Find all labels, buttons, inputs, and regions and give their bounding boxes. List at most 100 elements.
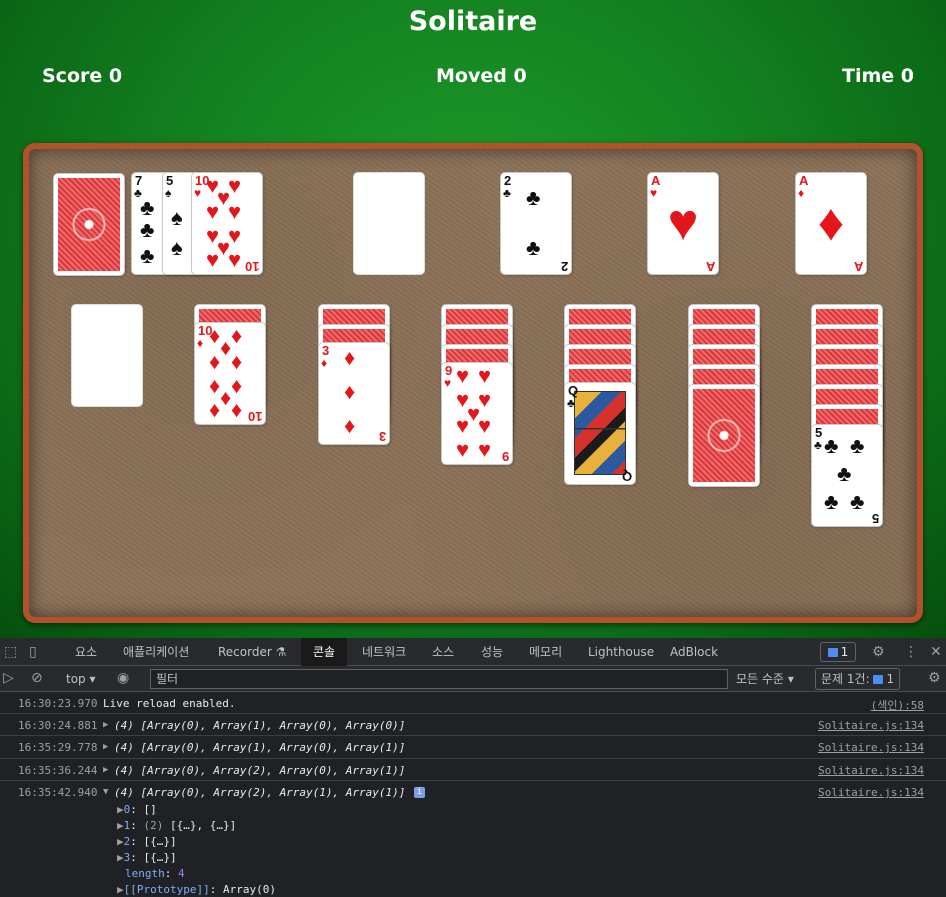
log-source-link[interactable]: Solitaire.js:134 (818, 741, 924, 754)
collapse-arrow-icon[interactable]: ▼ (103, 787, 108, 797)
heart-icon: ♥ (456, 413, 470, 438)
card-suit: ♣ (814, 438, 822, 452)
tab-elements[interactable]: 요소 (75, 638, 97, 666)
tab-memory[interactable]: 메모리 (529, 638, 562, 666)
log-source-link[interactable]: Solitaire.js:134 (818, 786, 924, 799)
gear-icon[interactable]: ⚙ (872, 644, 885, 660)
log-message: (4) [Array(0), Array(1), Array(0), Array… (114, 741, 406, 754)
waste-top-card[interactable]: 10 ♥ ♥ ♥ ♥ ♥ ♥ ♥ ♥ ♥ ♥ ♥ 10 (192, 173, 262, 274)
expand-arrow-icon: ▶ (117, 851, 124, 864)
filter-input[interactable]: 필터 (150, 669, 728, 689)
console-log-row[interactable]: 16:35:36.244 ▶ (4) [Array(0), Array(2), … (0, 759, 946, 781)
expand-arrow-icon[interactable]: ▶ (103, 720, 108, 730)
log-source-link[interactable]: Solitaire.js:134 (818, 719, 924, 732)
heart-icon: ♥ (478, 363, 492, 388)
log-timestamp: 16:30:23.970 (18, 697, 98, 710)
close-icon[interactable]: ✕ (930, 644, 942, 660)
card-rank-bottom: 2 (560, 259, 568, 274)
club-icon: ♣ (824, 433, 839, 458)
entry-key: 2 (123, 835, 131, 848)
spade-icon: ♠ (171, 205, 183, 230)
length-value: 4 (178, 867, 185, 880)
console-settings-icon[interactable]: ⚙ (928, 670, 941, 686)
foundation-clubs[interactable]: 2 ♣ ♣ ♣ 2 (501, 173, 571, 274)
issues-badge[interactable]: 1 (820, 642, 856, 662)
more-menu-icon[interactable]: ⋮ (904, 644, 918, 660)
console-log-row[interactable]: 16:30:24.881 ▶ (4) [Array(0), Array(1), … (0, 714, 946, 736)
console-log-row[interactable]: 16:35:29.778 ▶ (4) [Array(0), Array(1), … (0, 736, 946, 759)
foundation-diamonds[interactable]: A ♦ ♦ A (796, 173, 866, 274)
device-toolbar-icon[interactable]: ▯ (29, 644, 37, 660)
sidebar-toggle-icon[interactable]: ▷ (3, 670, 14, 686)
diamond-icon: ♦ (231, 323, 243, 348)
issues-counter-count: 1 (886, 672, 895, 686)
heart-icon: ♥ (206, 247, 220, 272)
card-suit: ♥ (194, 186, 202, 200)
info-icon[interactable]: i (414, 787, 425, 798)
tableau-3-top-card[interactable]: 3 ♦ ♦ ♦ ♦ 3 (319, 343, 389, 444)
tab-performance[interactable]: 성능 (481, 638, 503, 666)
inspect-element-icon[interactable]: ⬚ (4, 644, 17, 660)
tableau-5-top-card[interactable]: Q ♣ Q (565, 383, 635, 484)
tableau-4-top-card[interactable]: 9 ♥ ♥ ♥ ♥ ♥ ♥ ♥ ♥ ♥ ♥ 9 (442, 363, 512, 464)
heart-icon: ♥ (478, 413, 492, 438)
array-entry-2[interactable]: ▶2: [{…}] (117, 835, 177, 848)
array-entry-3[interactable]: ▶3: [{…}] (117, 851, 177, 864)
levels-dropdown[interactable]: 모든 수준 ▾ (736, 670, 794, 688)
log-message: (4) [Array(0), Array(1), Array(0), Array… (114, 719, 406, 732)
card-rank-bottom: 5 (871, 511, 879, 526)
diamond-icon: ♦ (344, 413, 356, 438)
log-message: (4) [Array(0), Array(2), Array(0), Array… (114, 764, 406, 777)
game-board: 7 ♣ ♣ ♣ ♣ 5 ♠ ♠ ♠ 10 ♥ ♥ ♥ ♥ ♥ ♥ ♥ ♥ ♥ ♥… (23, 143, 923, 623)
context-selector[interactable]: top ▾ (66, 670, 96, 688)
array-entry-0[interactable]: ▶0: [] (117, 803, 157, 816)
tableau-1-empty[interactable] (72, 305, 142, 406)
tab-lighthouse[interactable]: Lighthouse (588, 638, 654, 666)
foundation-empty-slot[interactable] (354, 173, 424, 274)
length-key: length (125, 867, 165, 880)
tableau-6-top-facedown[interactable] (689, 385, 759, 486)
expand-arrow-icon[interactable]: ▶ (103, 742, 108, 752)
log-source-link[interactable]: Solitaire.js:134 (818, 764, 924, 777)
foundation-hearts[interactable]: A ♥ ♥ A (648, 173, 718, 274)
diamond-icon: ♦ (220, 335, 232, 360)
log-source-link[interactable]: (색인):58 (871, 697, 924, 713)
heart-icon: ♥ (206, 199, 220, 224)
time-label: Time 0 (842, 65, 914, 87)
expand-arrow-icon: ▶ (117, 835, 124, 848)
spade-icon: ♠ (171, 235, 183, 260)
log-message: (4) [Array(0), Array(2), Array(1), Array… (114, 786, 406, 799)
console-log-row-expanded[interactable]: 16:35:42.940 ▼ (4) [Array(0), Array(2), … (0, 781, 946, 897)
tableau-2-top-card[interactable]: 10 ♦ ♦ ♦ ♦ ♦ ♦ ♦ ♦ ♦ ♦ ♦ 10 (195, 323, 265, 424)
entry-value: [{…}, {…}] (170, 819, 237, 832)
eye-icon[interactable]: ◉ (117, 670, 129, 686)
tab-recorder-label: Recorder (218, 645, 272, 659)
tab-adblock[interactable]: AdBlock (670, 638, 718, 666)
prototype-key: [[Prototype]] (123, 883, 210, 896)
heart-icon: ♥ (456, 437, 470, 462)
clear-console-icon[interactable]: ⊘ (31, 670, 43, 686)
entry-key: 0 (123, 803, 131, 816)
expand-arrow-icon[interactable]: ▶ (103, 765, 108, 775)
array-prototype[interactable]: ▶[[Prototype]]: Array(0) (117, 883, 276, 896)
array-entry-1[interactable]: ▶1: (2) [{…}, {…}] (117, 819, 236, 832)
message-icon (827, 648, 838, 657)
club-icon: ♣ (526, 235, 541, 260)
tab-recorder[interactable]: Recorder ⚗ (218, 638, 286, 666)
card-suit: ♣ (503, 186, 511, 200)
tab-network[interactable]: 네트워크 (362, 638, 406, 666)
diamond-icon: ♦ (209, 323, 221, 348)
chevron-down-icon: ▾ (89, 672, 96, 686)
issues-badge-count: 1 (840, 645, 849, 659)
tableau-7-top-card[interactable]: 5 ♣ ♣ ♣ ♣ ♣ ♣ 5 (812, 425, 882, 526)
tab-console[interactable]: 콘솔 (301, 638, 347, 666)
issues-counter-button[interactable]: 문제 1건: 1 (815, 668, 901, 690)
stock-pile[interactable] (54, 174, 124, 275)
club-icon: ♣ (526, 185, 541, 210)
heart-icon: ♥ (456, 363, 470, 388)
card-rank-bottom: 10 (247, 409, 262, 424)
console-log-row: 16:30:23.970 Live reload enabled. (색인):5… (0, 692, 946, 714)
tab-application[interactable]: 애플리케이션 (123, 638, 189, 666)
tab-sources[interactable]: 소스 (432, 638, 454, 666)
card-suit: ♥ (444, 376, 452, 390)
